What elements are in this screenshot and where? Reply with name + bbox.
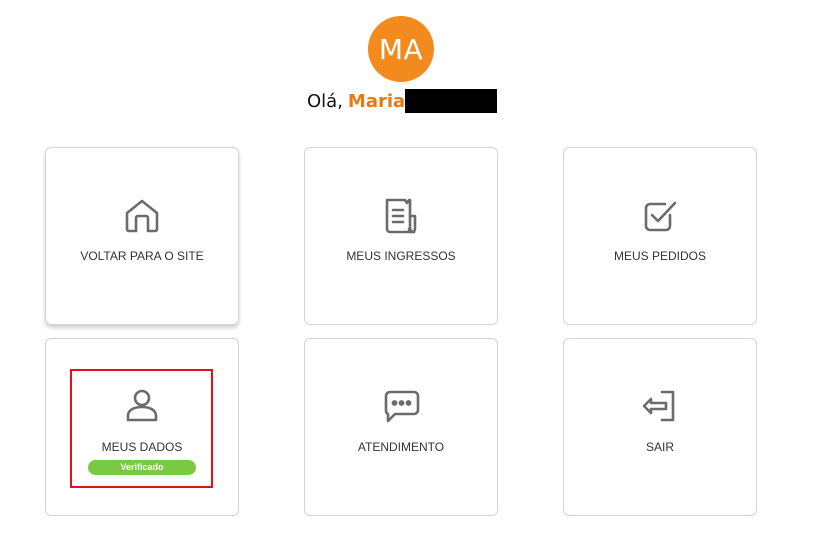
account-page: MA Olá, Maria VOLTAR PARA O SITE MEUS IN… [0,0,813,539]
logout-icon [640,386,680,426]
card-support[interactable]: ATENDIMENTO [304,338,498,516]
card-my-data[interactable]: MEUS DADOS Verificado [45,338,239,516]
card-label: ATENDIMENTO [357,440,445,454]
card-label: MEUS DADOS [101,440,183,454]
avatar: MA [368,16,434,82]
greeting-text: Olá, [307,90,343,112]
checkbox-icon [640,196,680,236]
card-label: SAIR [645,440,674,454]
greeting: Olá, Maria [307,89,498,113]
card-logout[interactable]: SAIR [563,338,757,516]
card-my-orders[interactable]: MEUS PEDIDOS [563,147,757,325]
card-label: MEUS INGRESSOS [346,249,456,263]
user-icon [122,386,162,426]
verified-badge: Verificado [88,460,196,475]
receipt-icon [381,196,421,236]
card-back-to-site[interactable]: VOLTAR PARA O SITE [45,147,239,325]
card-my-tickets[interactable]: MEUS INGRESSOS [304,147,498,325]
home-icon [122,196,162,236]
redacted-surname [405,89,498,113]
avatar-initials: MA [378,32,424,66]
card-label: VOLTAR PARA O SITE [80,249,204,263]
card-label: MEUS PEDIDOS [613,249,706,263]
user-name: Maria [347,90,406,112]
chat-bubble-icon [381,386,421,426]
